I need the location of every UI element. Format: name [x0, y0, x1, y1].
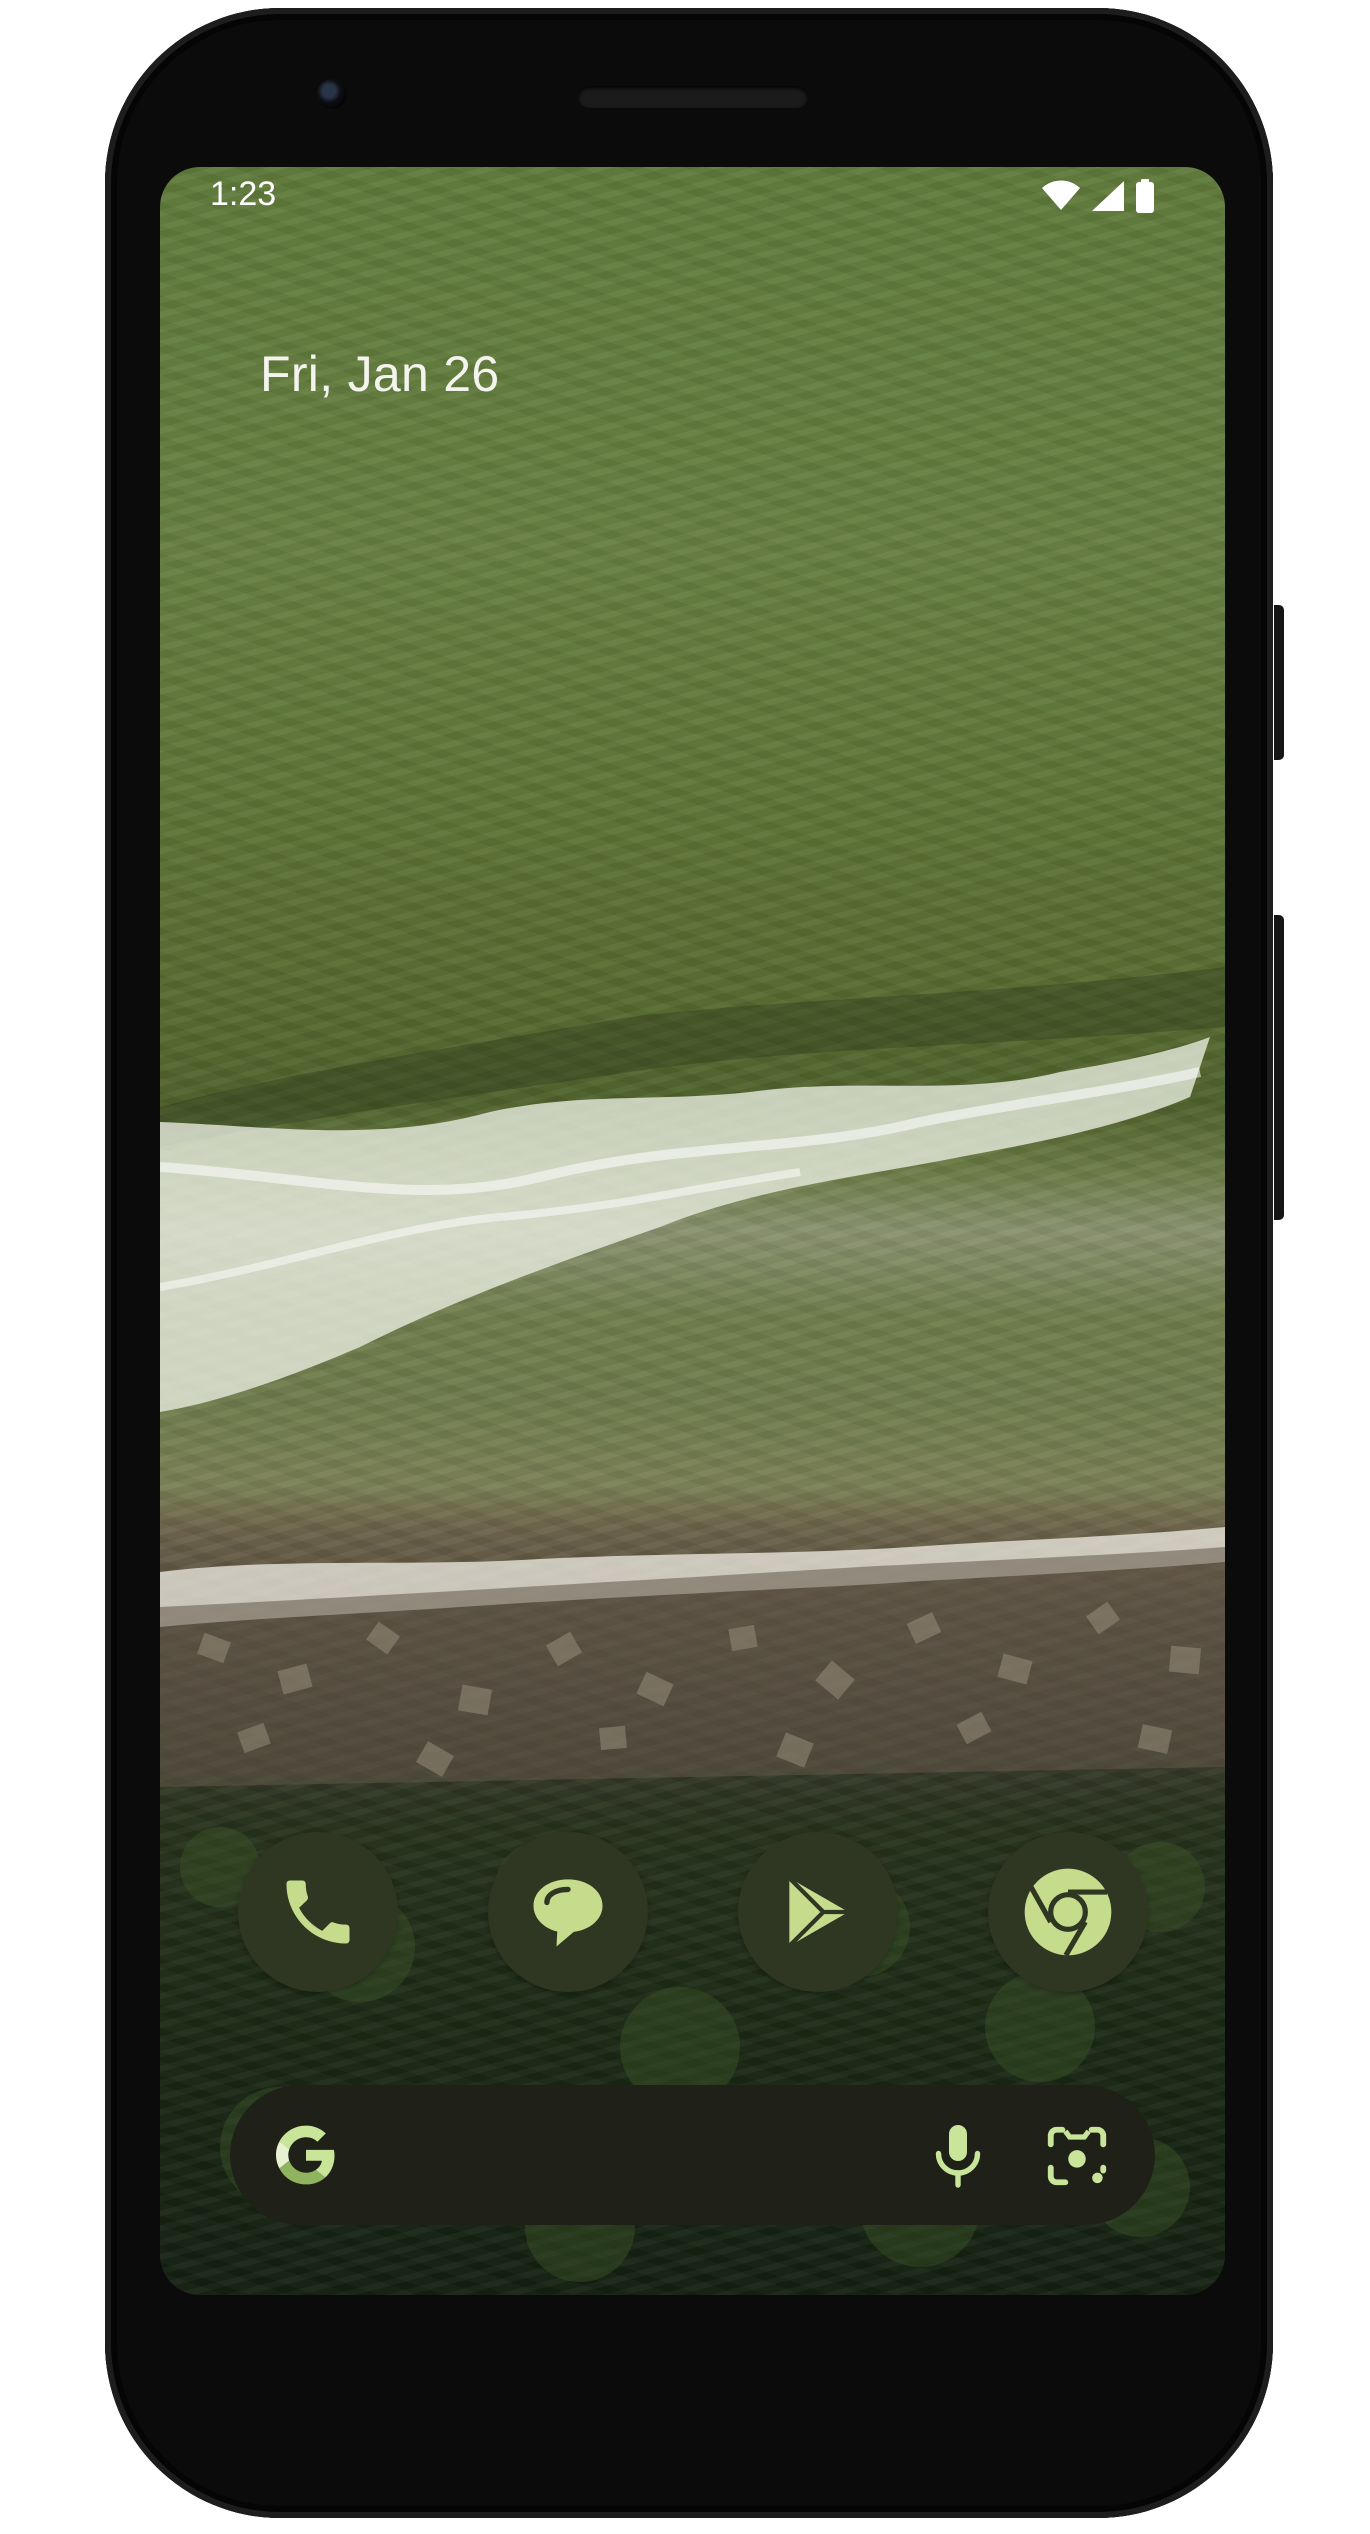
messages-icon [533, 1879, 603, 1947]
battery-icon [1136, 179, 1154, 213]
google-g-icon [276, 2125, 335, 2185]
chrome-icon [1024, 1868, 1112, 1957]
volume-button [1274, 605, 1284, 760]
power-button [1274, 915, 1284, 1220]
microphone-icon[interactable] [922, 2119, 994, 2191]
phone-app-button[interactable] [238, 1832, 398, 1992]
cell-signal-icon [1092, 181, 1124, 211]
messages-app-button[interactable] [488, 1832, 648, 1992]
status-time: 1:23 [210, 175, 277, 213]
front-camera [317, 79, 347, 109]
earpiece-speaker [578, 86, 808, 108]
google-search-bar[interactable] [230, 2085, 1155, 2225]
status-bar: 1:23 [160, 167, 1225, 237]
google-lens-icon[interactable] [1042, 2121, 1112, 2191]
home-date[interactable]: Fri, Jan 26 [260, 345, 500, 403]
app-dock [238, 1832, 1158, 1992]
chrome-app-button[interactable] [988, 1832, 1148, 1992]
play-store-app-button[interactable] [738, 1832, 898, 1992]
status-icons [1041, 179, 1155, 213]
phone-icon [286, 1880, 350, 1944]
home-screen: 1:23 Fri, Jan 26 [160, 167, 1225, 2295]
wifi-icon [1042, 180, 1080, 210]
play-store-icon [787, 1876, 849, 1948]
